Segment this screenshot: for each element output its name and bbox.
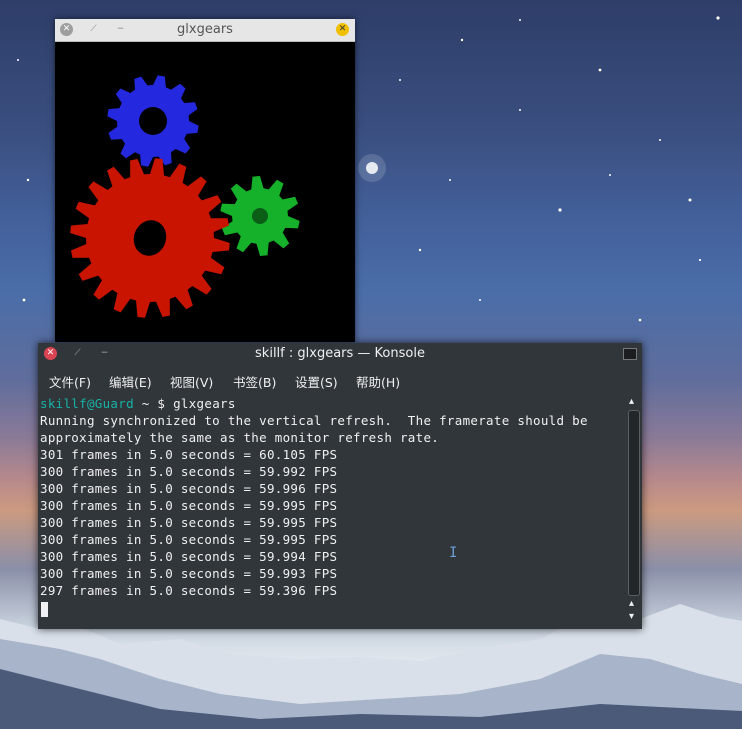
- mouse-ibeam-icon: I: [449, 545, 458, 561]
- text-cursor: [41, 602, 48, 617]
- prompt-user-host: skillf@Guard: [40, 396, 134, 411]
- menu-bar: 文件(F) 编辑(E) 视图(V) 书签(B) 设置(S) 帮助(H): [38, 367, 642, 391]
- output-line: 300 frames in 5.0 seconds = 59.995 FPS: [40, 532, 338, 547]
- green-gear: [220, 176, 300, 256]
- output-line: approximately the same as the monitor re…: [40, 430, 440, 445]
- gears-render: [70, 75, 300, 318]
- output-line: 301 frames in 5.0 seconds = 60.105 FPS: [40, 447, 338, 462]
- menu-file[interactable]: 文件(F): [49, 372, 91, 391]
- scroll-up-icon[interactable]: ▴: [629, 396, 634, 407]
- terminal-area[interactable]: skillf@Guard ~ $ glxgears Running synchr…: [38, 394, 626, 627]
- red-gear: [70, 158, 230, 318]
- blue-gear: [107, 75, 199, 167]
- output-line: 300 frames in 5.0 seconds = 59.995 FPS: [40, 515, 338, 530]
- menu-view[interactable]: 视图(V): [170, 372, 213, 391]
- glxgears-titlebar[interactable]: ✕ ⟋ − glxgears ✕: [55, 19, 355, 42]
- maximize-icon[interactable]: ✕: [336, 23, 349, 36]
- prompt-command: glxgears: [173, 396, 236, 411]
- terminal-app-icon: [623, 348, 637, 360]
- scroll-down-icon[interactable]: ▾: [629, 611, 634, 622]
- output-line: 300 frames in 5.0 seconds = 59.992 FPS: [40, 464, 338, 479]
- scroll-down-top-icon[interactable]: ▴: [629, 598, 634, 609]
- menu-help[interactable]: 帮助(H): [356, 372, 400, 391]
- menu-edit[interactable]: 编辑(E): [109, 372, 152, 391]
- window-title: skillf : glxgears — Konsole: [255, 346, 425, 361]
- konsole-window: ✕ ⟋ − skillf : glxgears — Konsole 文件(F) …: [38, 343, 642, 629]
- output-line: Running synchronized to the vertical ref…: [40, 413, 588, 428]
- prompt-symbol: ~ $: [141, 396, 166, 411]
- scrollbar-track[interactable]: [628, 410, 640, 596]
- menu-bookmarks[interactable]: 书签(B): [233, 372, 276, 391]
- window-title: glxgears: [177, 22, 233, 37]
- glxgears-window: ✕ ⟋ − glxgears ✕: [55, 19, 355, 342]
- menu-settings[interactable]: 设置(S): [295, 372, 338, 391]
- output-line: 300 frames in 5.0 seconds = 59.996 FPS: [40, 481, 338, 496]
- output-line: 300 frames in 5.0 seconds = 59.994 FPS: [40, 549, 338, 564]
- output-line: 300 frames in 5.0 seconds = 59.993 FPS: [40, 566, 338, 581]
- konsole-titlebar[interactable]: ✕ ⟋ − skillf : glxgears — Konsole: [38, 343, 642, 365]
- output-line: 297 frames in 5.0 seconds = 59.396 FPS: [40, 583, 338, 598]
- prompt-line: skillf@Guard ~ $ glxgears: [40, 396, 236, 411]
- scrollbar[interactable]: ▴ ▴ ▾: [626, 394, 642, 627]
- output-line: 300 frames in 5.0 seconds = 59.995 FPS: [40, 498, 338, 513]
